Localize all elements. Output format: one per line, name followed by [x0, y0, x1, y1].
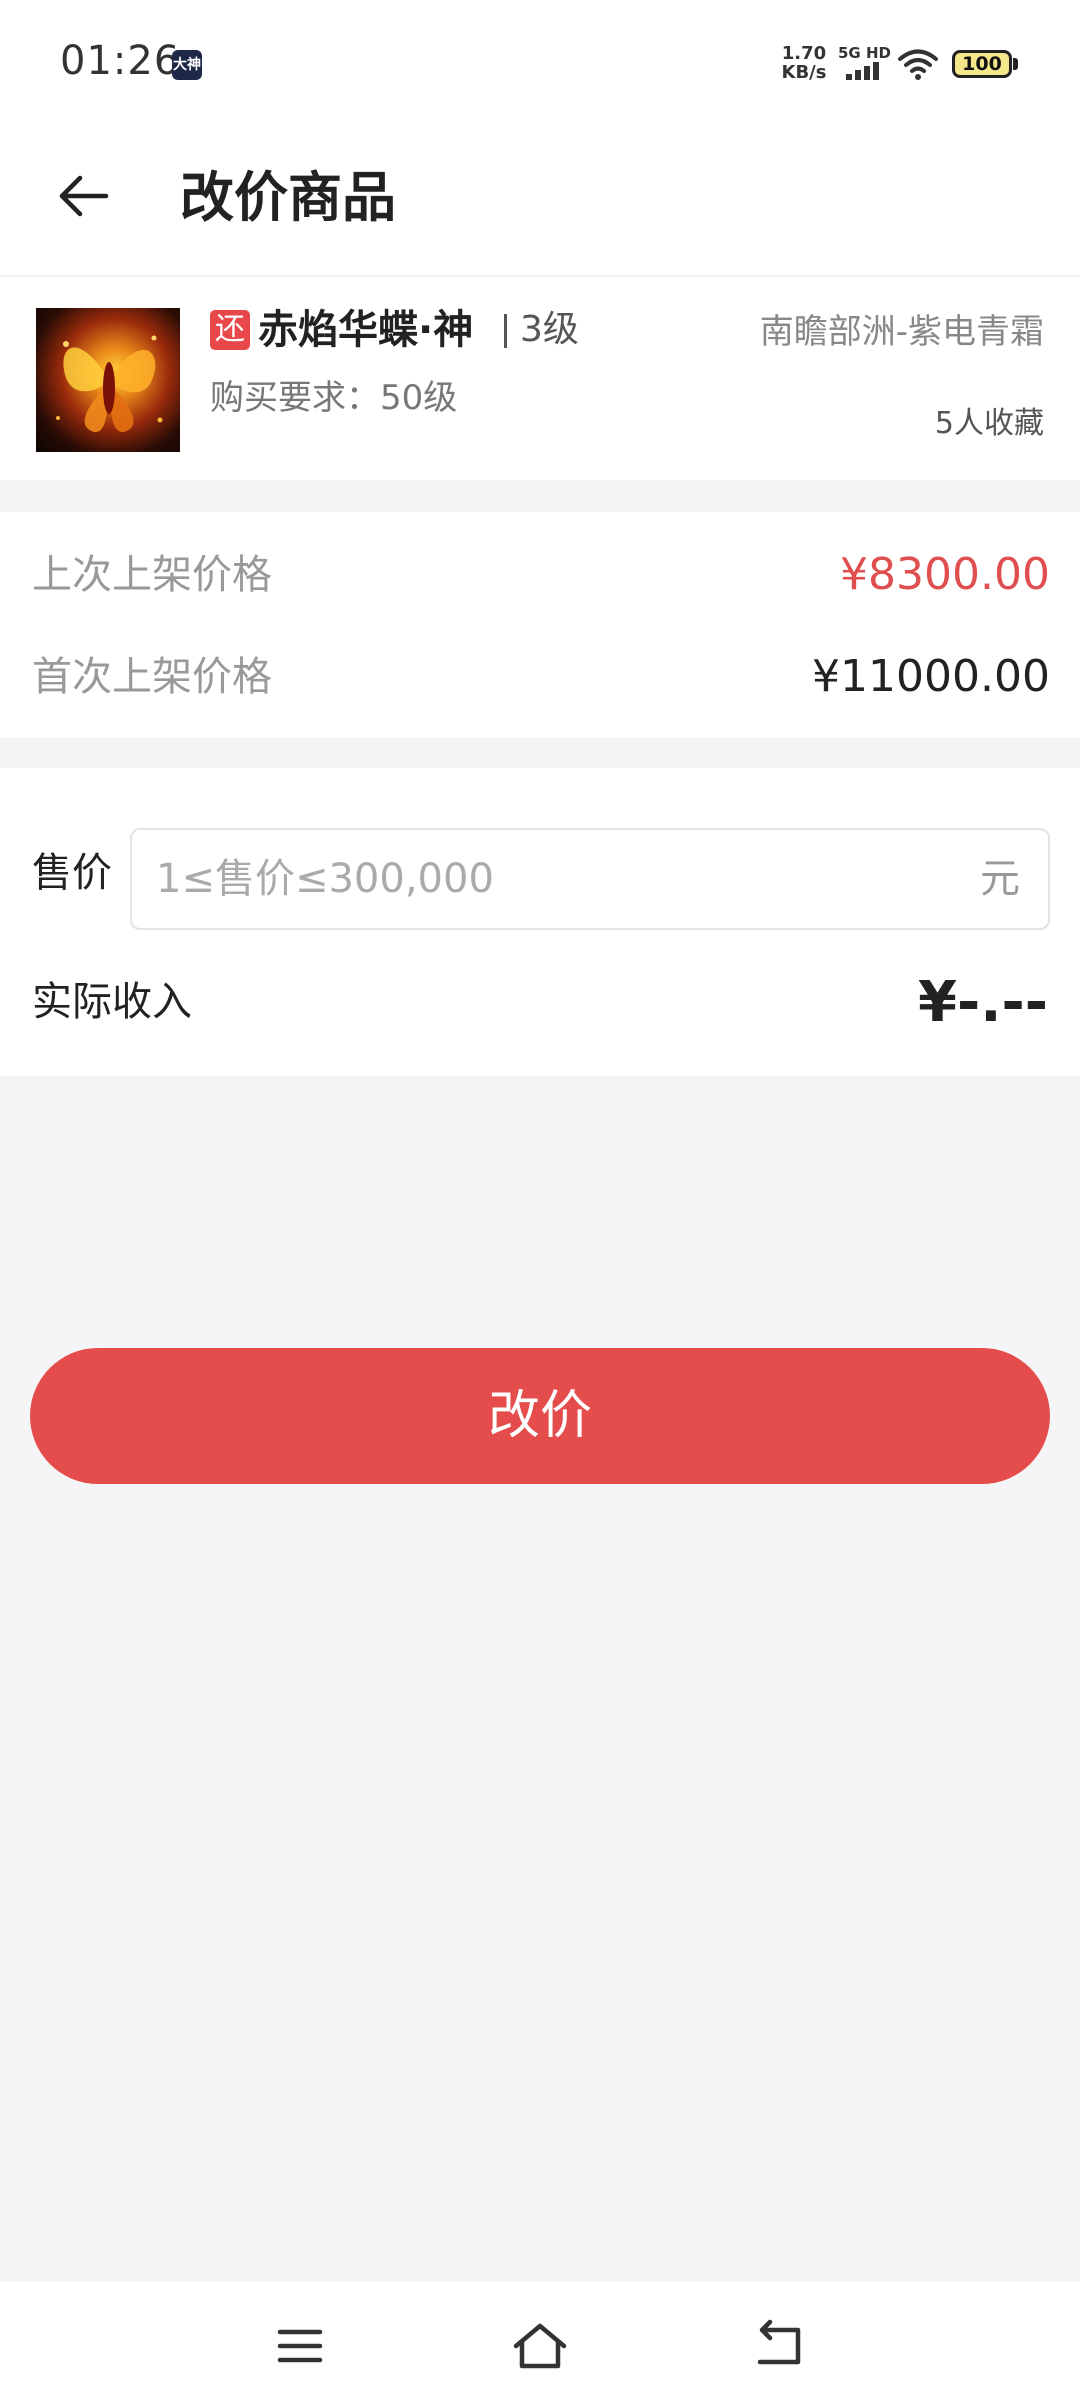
first-price-row: 首次上架价格 ¥11000.00 — [0, 642, 1080, 712]
income-value: ¥-.-- — [918, 970, 1048, 1035]
income-label: 实际收入 — [32, 979, 192, 1025]
wifi-icon — [898, 49, 938, 80]
app-notification-icon: 大神 — [172, 50, 202, 80]
network-speed-value: 1.70 — [781, 43, 827, 64]
level-divider — [504, 314, 507, 348]
price-input[interactable] — [156, 830, 956, 928]
price-input-box[interactable]: 元 — [130, 828, 1050, 930]
page: 01:26 大神 1.70 KB/s 5G HD 100 改价商品 还 赤焰华蝶… — [0, 0, 1080, 2408]
product-image — [36, 308, 180, 452]
home-icon[interactable] — [508, 2314, 572, 2378]
price-label: 售价 — [32, 850, 112, 896]
last-price-row: 上次上架价格 ¥8300.00 — [0, 540, 1080, 610]
battery-tip — [1013, 58, 1018, 70]
header: 改价商品 — [0, 126, 1080, 276]
arrow-left-icon[interactable] — [52, 164, 116, 228]
change-price-button[interactable]: 改价 — [30, 1348, 1050, 1484]
menu-icon[interactable] — [268, 2314, 332, 2378]
product-level: 3级 — [520, 309, 579, 350]
system-nav-bar — [0, 2282, 1080, 2408]
product-name: 赤焰华蝶·神 — [258, 307, 474, 353]
price-form: 售价 元 实际收入 ¥-.-- — [0, 768, 1080, 1076]
last-price-label: 上次上架价格 — [32, 552, 272, 598]
favorites-count: 5人收藏 — [934, 406, 1044, 441]
network-speed-unit: KB/s — [781, 62, 827, 83]
buy-requirement: 购买要求：50级 — [210, 378, 458, 418]
return-tag: 还 — [210, 310, 250, 350]
signal-label: 5G HD — [838, 44, 891, 62]
status-time: 01:26 — [60, 38, 181, 84]
first-price-value: ¥11000.00 — [812, 651, 1050, 702]
battery-indicator: 100 — [952, 50, 1012, 78]
back-return-icon[interactable] — [748, 2314, 812, 2378]
first-price-label: 首次上架价格 — [32, 654, 272, 700]
status-bar: 01:26 大神 1.70 KB/s 5G HD 100 — [0, 0, 1080, 126]
last-price-value: ¥8300.00 — [840, 549, 1050, 600]
price-unit: 元 — [980, 856, 1020, 902]
page-title: 改价商品 — [180, 166, 396, 229]
network-speed: 1.70 KB/s — [778, 44, 830, 82]
product-server: 南瞻部洲-紫电青霜 — [759, 312, 1044, 352]
butterfly-artwork — [56, 335, 163, 433]
signal-bars-icon — [846, 62, 879, 80]
product-card[interactable]: 还 赤焰华蝶·神 3级 南瞻部洲-紫电青霜 购买要求：50级 5人收藏 — [0, 278, 1080, 480]
price-history: 上次上架价格 ¥8300.00 首次上架价格 ¥11000.00 — [0, 512, 1080, 738]
